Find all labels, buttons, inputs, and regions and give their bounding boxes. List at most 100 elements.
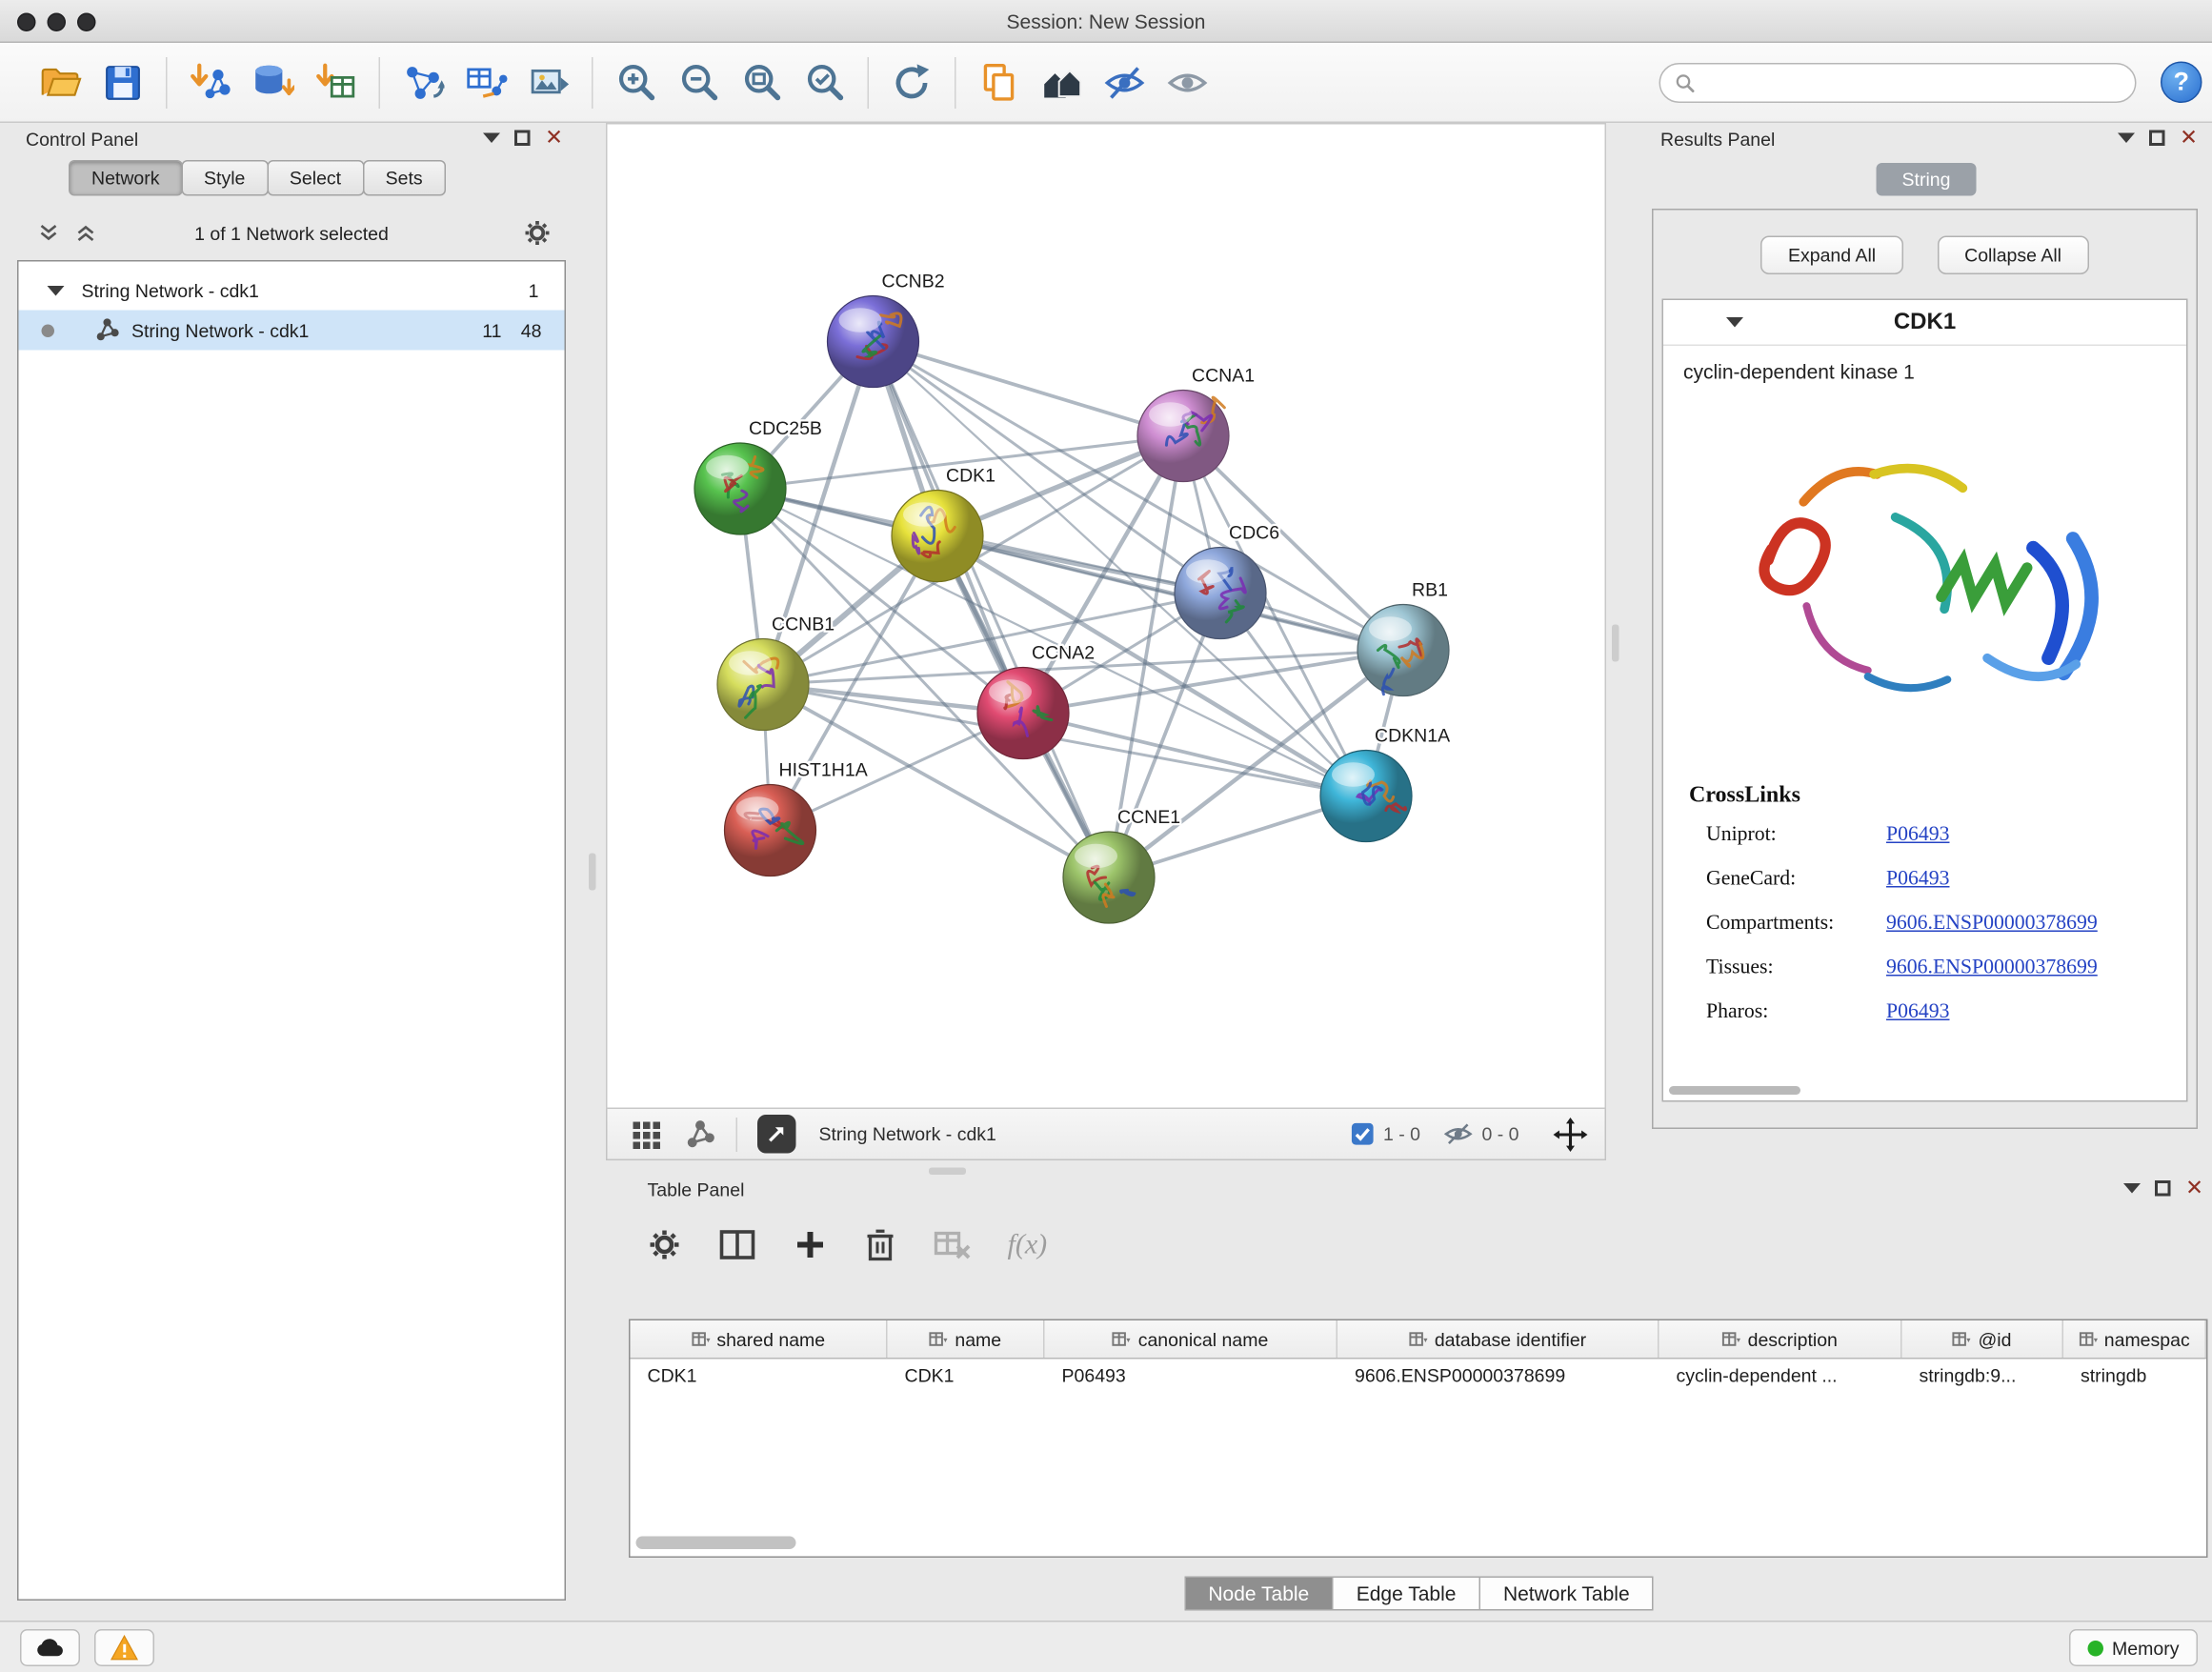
zoom-in-button[interactable]	[605, 50, 668, 113]
show-glass-button[interactable]	[1156, 50, 1219, 113]
delete-column-trash-icon[interactable]	[865, 1228, 896, 1262]
network-node-CDKN1A[interactable]	[1320, 751, 1412, 842]
zoom-out-button[interactable]	[668, 50, 731, 113]
right-splitter-handle[interactable]	[1612, 625, 1619, 662]
birds-eye-button[interactable]	[757, 1115, 796, 1154]
panel-close-icon[interactable]: ✕	[545, 131, 563, 147]
selected-checkbox-icon[interactable]	[1350, 1122, 1375, 1147]
import-table-button[interactable]	[305, 50, 368, 113]
network-node-HIST1H1A[interactable]	[725, 785, 816, 876]
panel-float-icon[interactable]	[515, 131, 532, 147]
copy-document-button[interactable]	[968, 50, 1031, 113]
cloud-status-button[interactable]	[20, 1629, 80, 1666]
cell-canonical-name[interactable]: P06493	[1045, 1360, 1338, 1396]
zoom-selected-button[interactable]	[794, 50, 856, 113]
expand-all-button[interactable]: Expand All	[1760, 236, 1902, 275]
network-node-CDC6[interactable]	[1175, 548, 1266, 639]
network-node-CCNA1[interactable]	[1137, 391, 1229, 482]
network-node-CDK1[interactable]	[892, 491, 983, 582]
memory-button[interactable]: Memory	[2069, 1629, 2198, 1666]
tab-node-table[interactable]: Node Table	[1184, 1577, 1334, 1611]
network-node-RB1[interactable]	[1357, 605, 1449, 696]
crosslink-link[interactable]: P06493	[1886, 868, 1949, 899]
protein-section-header[interactable]: CDK1	[1663, 300, 2186, 346]
network-edge[interactable]	[874, 342, 1184, 436]
network-node-CDC25B[interactable]	[694, 443, 786, 534]
import-network-database-button[interactable]	[242, 50, 305, 113]
cell-namespace[interactable]: stringdb	[2063, 1360, 2206, 1396]
save-session-button[interactable]	[91, 50, 154, 113]
network-row[interactable]: String Network - cdk1 11 48	[19, 311, 565, 351]
cell-name[interactable]: CDK1	[888, 1360, 1045, 1396]
add-column-icon[interactable]	[794, 1228, 828, 1262]
table-settings-gear-icon[interactable]	[648, 1228, 682, 1262]
home-button[interactable]	[1031, 50, 1094, 113]
table-horizontal-scrollbar[interactable]	[636, 1537, 2202, 1551]
collection-disclosure-icon[interactable]	[48, 285, 65, 295]
bottom-splitter-handle[interactable]	[929, 1168, 966, 1176]
network-edge[interactable]	[937, 536, 1403, 651]
column-header[interactable]: description	[1659, 1320, 1902, 1358]
search-input[interactable]	[1697, 72, 2136, 94]
cell-shared-name[interactable]: CDK1	[631, 1360, 888, 1396]
panel-menu-icon[interactable]	[2124, 1183, 2142, 1194]
network-node-CCNB2[interactable]	[828, 296, 919, 388]
help-button[interactable]: ?	[2161, 62, 2202, 104]
import-network-file-button[interactable]	[179, 50, 242, 113]
collapse-all-button[interactable]: Collapse All	[1938, 236, 2089, 275]
column-header[interactable]: database identifier	[1337, 1320, 1659, 1358]
panel-close-icon[interactable]: ✕	[2185, 1180, 2203, 1197]
column-header[interactable]: @id	[1902, 1320, 2064, 1358]
pan-crosshair-icon[interactable]	[1554, 1117, 1588, 1151]
scrollbar-thumb[interactable]	[636, 1537, 796, 1550]
gear-icon[interactable]	[523, 219, 552, 248]
network-node-CCNE1[interactable]	[1063, 832, 1155, 923]
cell-database-identifier[interactable]: 9606.ENSP00000378699	[1337, 1360, 1659, 1396]
export-image-button[interactable]	[517, 50, 580, 113]
network-node-CCNA2[interactable]	[977, 668, 1069, 759]
tab-network-table[interactable]: Network Table	[1478, 1577, 1654, 1611]
results-scrollbar-thumb[interactable]	[1669, 1086, 1800, 1095]
panel-float-icon[interactable]	[2156, 1180, 2172, 1197]
column-header[interactable]: namespac	[2063, 1320, 2206, 1358]
open-session-button[interactable]	[29, 50, 91, 113]
show-columns-icon[interactable]	[719, 1228, 756, 1262]
cell-description[interactable]: cyclin-dependent ...	[1659, 1360, 1902, 1396]
network-edge[interactable]	[874, 342, 1110, 878]
table-row[interactable]: CDK1 CDK1 P06493 9606.ENSP00000378699 cy…	[631, 1360, 2207, 1396]
string-results-tab[interactable]: String	[1877, 163, 1977, 196]
network-canvas[interactable]: CCNB2CCNA1CDC25BCDK1CDC6RB1CCNB1CCNA2CDK…	[608, 125, 1605, 1108]
crosslink-link[interactable]: P06493	[1886, 1000, 1949, 1032]
column-header[interactable]: shared name	[631, 1320, 888, 1358]
apply-layout-button[interactable]	[880, 50, 943, 113]
tab-style[interactable]: Style	[181, 160, 268, 196]
crosslink-link[interactable]: P06493	[1886, 823, 1949, 855]
tab-network[interactable]: Network	[69, 160, 183, 196]
hide-glass-button[interactable]	[1094, 50, 1156, 113]
zoom-fit-button[interactable]	[731, 50, 794, 113]
tab-select[interactable]: Select	[267, 160, 364, 196]
column-header[interactable]: canonical name	[1045, 1320, 1338, 1358]
panel-float-icon[interactable]	[2150, 131, 2166, 147]
network-edge[interactable]	[763, 594, 1220, 685]
panel-menu-icon[interactable]	[484, 133, 501, 144]
cell-id[interactable]: stringdb:9...	[1902, 1360, 2064, 1396]
network-tree: String Network - cdk1 1 String Network -…	[17, 260, 566, 1601]
panel-close-icon[interactable]: ✕	[2180, 131, 2198, 147]
hidden-eye-slash-icon[interactable]	[1443, 1119, 1474, 1150]
network-collection-row[interactable]: String Network - cdk1 1	[19, 271, 565, 311]
tab-sets[interactable]: Sets	[363, 160, 446, 196]
new-network-button[interactable]	[392, 50, 454, 113]
new-network-table-button[interactable]	[454, 50, 517, 113]
left-splitter-handle[interactable]	[589, 854, 596, 891]
crosslink-link[interactable]: 9606.ENSP00000378699	[1886, 912, 2098, 943]
panel-menu-icon[interactable]	[2119, 133, 2136, 144]
network-list-icon[interactable]	[685, 1118, 716, 1150]
network-node-CCNB1[interactable]	[717, 639, 809, 731]
crosslink-link[interactable]: 9606.ENSP00000378699	[1886, 957, 2098, 988]
tab-edge-table[interactable]: Edge Table	[1332, 1577, 1480, 1611]
column-header[interactable]: name	[888, 1320, 1045, 1358]
grid-view-icon[interactable]	[631, 1118, 662, 1150]
crosslink-label: GeneCard:	[1706, 868, 1886, 899]
warnings-button[interactable]	[94, 1629, 154, 1666]
